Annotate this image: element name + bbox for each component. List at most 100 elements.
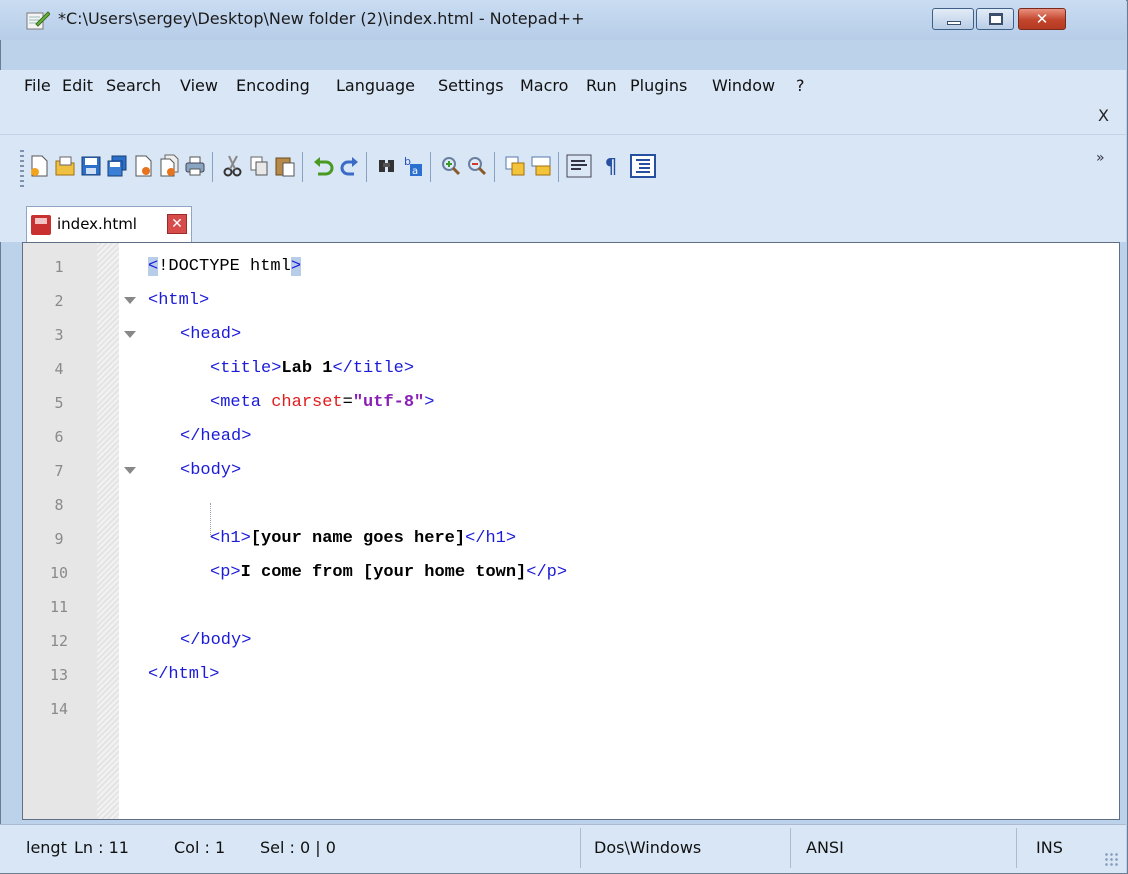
menu-search[interactable]: Search <box>106 76 161 95</box>
line-number: 12 <box>49 632 69 650</box>
code-line: 5 <meta charset="utf-8"> <box>0 386 1096 420</box>
minimize-button[interactable] <box>932 8 974 30</box>
brace-match: < <box>148 257 159 276</box>
brace-match: > <box>290 257 302 276</box>
save-icon[interactable] <box>80 154 102 178</box>
title-open-tag: <title> <box>210 359 282 378</box>
close-icon: ✕ <box>1035 10 1049 28</box>
tab-close-button[interactable]: ✕ <box>167 214 187 234</box>
status-encoding[interactable]: ANSI <box>806 838 844 857</box>
sync-vertical-icon[interactable] <box>504 154 526 178</box>
status-length: lengt <box>26 838 67 857</box>
paste-icon[interactable] <box>274 154 296 178</box>
head-close-tag: </head> <box>180 427 252 446</box>
menu-run[interactable]: Run <box>586 76 617 95</box>
menu-macro[interactable]: Macro <box>520 76 568 95</box>
line-number: 1 <box>54 258 64 276</box>
unsaved-file-icon <box>31 215 51 235</box>
line-number: 4 <box>54 360 64 378</box>
html-close-tag: </html> <box>148 665 220 684</box>
line-number: 7 <box>54 462 64 480</box>
tab-label: index.html <box>57 215 137 233</box>
line-number: 3 <box>54 326 64 344</box>
status-insert-mode[interactable]: INS <box>1036 838 1063 857</box>
line-number: 6 <box>54 428 64 446</box>
notepad-app-icon <box>26 11 50 30</box>
zoom-in-icon[interactable] <box>440 154 462 178</box>
menu-settings[interactable]: Settings <box>438 76 504 95</box>
word-wrap-icon[interactable] <box>566 154 592 178</box>
doctype-text: !DOCTYPE html <box>158 257 291 276</box>
line-number: 8 <box>54 496 64 514</box>
p-close-tag: </p> <box>526 563 568 582</box>
body-open-tag: <body> <box>180 461 242 480</box>
undo-icon[interactable] <box>312 154 334 178</box>
svg-text:a: a <box>412 166 418 177</box>
redo-icon[interactable] <box>338 154 360 178</box>
minimize-icon <box>947 21 961 25</box>
indent-guide-icon[interactable] <box>630 154 656 178</box>
fold-toggle-icon[interactable] <box>124 331 136 338</box>
tab-index-html[interactable]: index.html ✕ <box>26 206 192 242</box>
line-number: 11 <box>49 598 69 616</box>
toolbar-separator <box>430 152 431 182</box>
toolbar-separator <box>302 152 303 182</box>
h1-close-tag: </h1> <box>465 529 517 548</box>
resize-grip[interactable] <box>1104 852 1120 868</box>
line-number: 10 <box>49 564 69 582</box>
fold-toggle-icon[interactable] <box>124 467 136 474</box>
attribute-value: "utf-8" <box>352 393 425 412</box>
html-open-tag: <html> <box>148 291 210 310</box>
cut-icon[interactable] <box>222 154 244 178</box>
close-all-icon[interactable] <box>158 154 180 178</box>
head-open-tag: <head> <box>180 325 242 344</box>
maximize-button[interactable] <box>976 8 1014 30</box>
status-eol-format[interactable]: Dos\Windows <box>594 838 701 857</box>
toolbar-grip[interactable] <box>20 150 24 190</box>
menu-plugins[interactable]: Plugins <box>630 76 687 95</box>
new-file-icon[interactable] <box>28 154 50 178</box>
save-all-icon[interactable] <box>106 154 128 178</box>
menu-language[interactable]: Language <box>336 76 415 95</box>
code-line: 2 <html> <box>0 284 1096 318</box>
meta-open-tag: <meta <box>210 393 272 412</box>
equals-sign: = <box>342 393 353 412</box>
replace-icon[interactable]: ba <box>402 154 424 178</box>
status-separator <box>1016 828 1017 868</box>
toolbar-separator <box>558 152 559 182</box>
h1-text: [your name goes here] <box>250 529 466 548</box>
line-number: 13 <box>49 666 69 684</box>
toolbar-overflow-chevron[interactable]: » <box>1096 150 1105 166</box>
menu-view[interactable]: View <box>180 76 218 95</box>
menu-encoding[interactable]: Encoding <box>236 76 310 95</box>
p-text: I come from [your home town] <box>240 563 527 582</box>
print-icon[interactable] <box>184 154 206 178</box>
line-number: 2 <box>54 292 64 310</box>
code-line: 4 <title>Lab 1</title> <box>0 352 1096 386</box>
copy-icon[interactable] <box>248 154 270 178</box>
status-separator <box>790 828 791 868</box>
menu-file[interactable]: File <box>24 76 51 95</box>
line-number: 9 <box>54 530 64 548</box>
status-selection: Sel : 0 | 0 <box>260 838 336 857</box>
svg-text:b: b <box>404 155 411 168</box>
menu-help[interactable]: ? <box>796 76 805 95</box>
code-line: 11 <box>0 590 1096 624</box>
close-file-icon[interactable] <box>132 154 154 178</box>
sync-horizontal-icon[interactable] <box>530 154 552 178</box>
zoom-out-icon[interactable] <box>466 154 488 178</box>
find-icon[interactable] <box>376 154 398 178</box>
close-window-button[interactable]: ✕ <box>1018 8 1066 30</box>
indent-guide <box>210 503 211 537</box>
close-document-button[interactable]: X <box>1098 106 1109 125</box>
fold-toggle-icon[interactable] <box>124 297 136 304</box>
title-text: Lab 1 <box>281 359 333 378</box>
menu-edit[interactable]: Edit <box>62 76 93 95</box>
attribute-name: charset <box>271 393 343 412</box>
menu-window[interactable]: Window <box>712 76 775 95</box>
toolbar-separator <box>366 152 367 182</box>
code-line: 3 <head> <box>0 318 1096 352</box>
window-title: *C:\Users\sergey\Desktop\New folder (2)\… <box>58 9 585 28</box>
show-all-chars-icon[interactable]: ¶ <box>600 154 622 178</box>
open-file-icon[interactable] <box>54 154 76 178</box>
